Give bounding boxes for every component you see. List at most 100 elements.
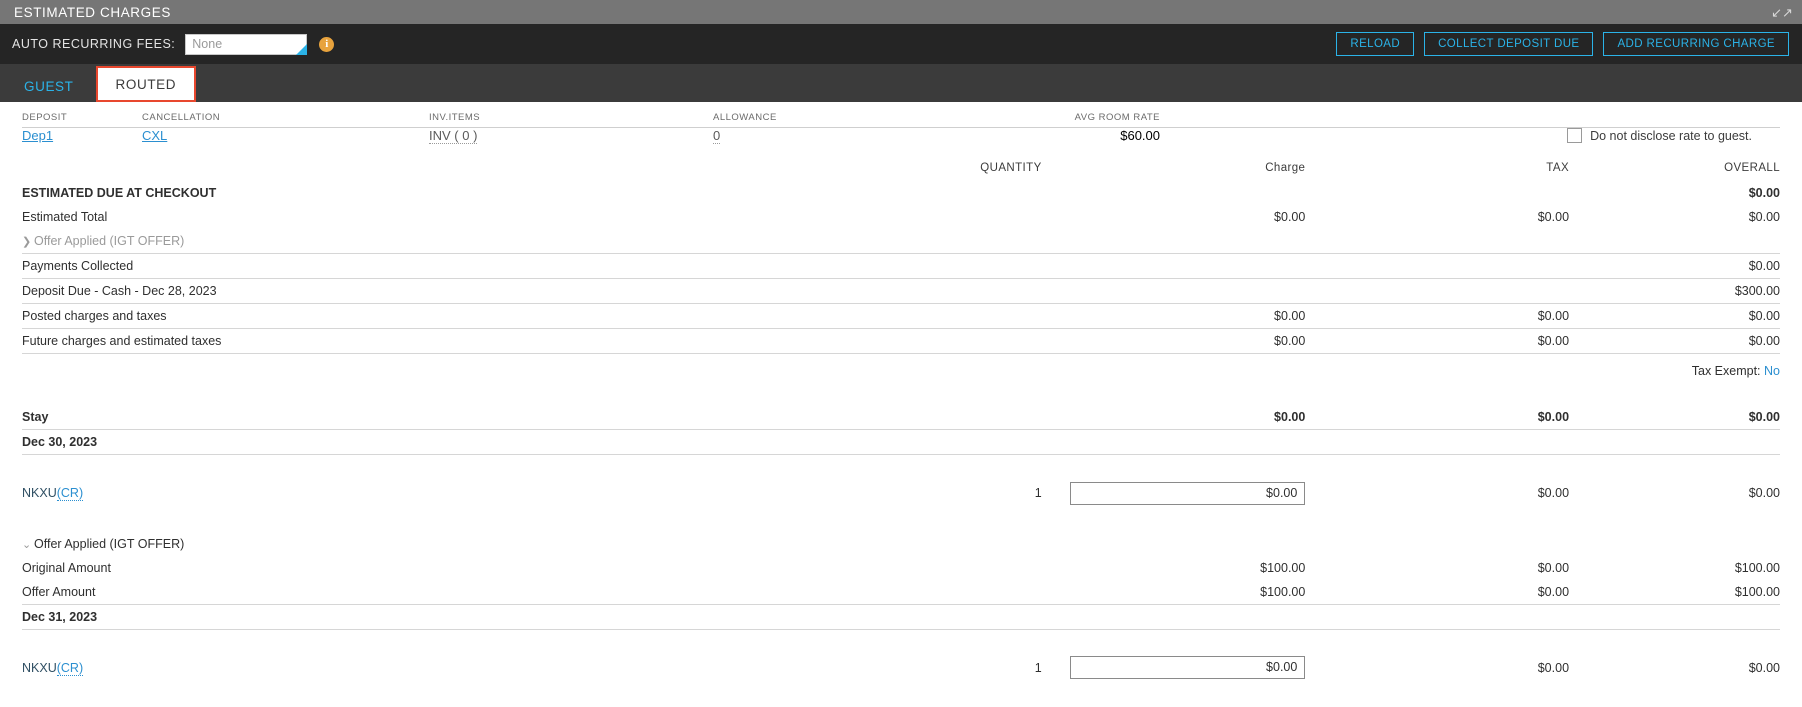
tab-guest[interactable]: GUEST xyxy=(6,70,92,102)
row-label: Future charges and estimated taxes xyxy=(22,328,831,354)
day-date-charge xyxy=(1041,429,1306,455)
dropdown-corner-icon xyxy=(296,43,308,55)
offer-line-tax: $0.00 xyxy=(1537,560,1570,575)
charge-amount-cell: $0.00 xyxy=(1042,651,1306,684)
deposit-header: DEPOSIT xyxy=(22,112,68,123)
auto-recurring-fees-value: None xyxy=(185,33,308,55)
offer-line-label: Offer Amount xyxy=(22,579,831,605)
day-date-row: Dec 31, 2023 xyxy=(22,604,1780,630)
table-row-offer-applied-summary[interactable]: ❯ Offer Applied (IGT OFFER) xyxy=(22,229,1780,254)
charge-tax: $0.00 xyxy=(1537,486,1570,500)
row-qty xyxy=(830,278,1042,304)
toolbar: AUTO RECURRING FEES: None i RELOAD COLLE… xyxy=(0,24,1802,64)
charge-line-row: NKXU(CR) 1 $0.00 $0.00 $0.00 xyxy=(22,477,1780,510)
row-charge xyxy=(1041,253,1306,279)
table-row: Future charges and estimated taxes $0.00… xyxy=(22,328,1780,354)
add-recurring-charge-button[interactable]: ADD RECURRING CHARGE xyxy=(1603,32,1789,56)
inv-items-link[interactable]: INV ( 0 ) xyxy=(429,128,478,144)
offer-applied-label: Offer Applied (IGT OFFER) xyxy=(34,536,185,551)
offer-tax xyxy=(1305,532,1569,556)
do-not-disclose-rate-checkbox[interactable] xyxy=(1567,128,1583,143)
day-date-label: Dec 30, 2023 xyxy=(22,429,831,455)
stay-row: Stay $0.00 $0.00 $0.00 xyxy=(22,405,1780,430)
offer-line-tax: $0.00 xyxy=(1305,579,1570,605)
page-title: ESTIMATED CHARGES xyxy=(14,4,171,20)
charge-amount-input[interactable]: $0.00 xyxy=(1070,656,1306,679)
inv-items-header: INV.ITEMS xyxy=(429,112,481,123)
avg-room-rate-value: $60.00 xyxy=(1120,128,1160,143)
offer-line-label: Original Amount xyxy=(22,560,111,575)
offer-applied-header-row[interactable]: ⌄Offer Applied (IGT OFFER) xyxy=(22,532,1780,556)
charge-overall: $0.00 xyxy=(1748,486,1780,500)
table-header-row: QUANTITY Charge TAX OVERALL xyxy=(22,162,1780,181)
chevron-right-icon[interactable]: ❯ xyxy=(22,235,34,248)
estimated-charges-table: QUANTITY Charge TAX OVERALL ESTIMATED DU… xyxy=(22,162,1780,707)
offer-applied-cell: ⌄Offer Applied (IGT OFFER) xyxy=(22,532,831,556)
cancellation-link[interactable]: CXL xyxy=(142,128,167,143)
spacer xyxy=(22,455,1780,477)
spacer xyxy=(22,684,1780,706)
table-row: Deposit Due - Cash - Dec 28, 2023 $300.0… xyxy=(22,278,1780,304)
row-tax xyxy=(1305,229,1570,254)
auto-recurring-fees-label: AUTO RECURRING FEES: xyxy=(12,37,176,51)
column-tax: TAX xyxy=(1546,162,1570,174)
day-date-label: Dec 31, 2023 xyxy=(22,604,831,630)
stay-tax: $0.00 xyxy=(1305,405,1570,430)
tab-routed[interactable]: ROUTED xyxy=(95,66,197,102)
do-not-disclose-rate-label: Do not disclose rate to guest. xyxy=(1590,128,1752,143)
day-date-row: Dec 30, 2023 xyxy=(22,429,1780,455)
allowance-link[interactable]: 0 xyxy=(713,128,721,144)
tax-exempt-row: Tax Exempt: No xyxy=(22,354,1780,384)
deposit-cell: DEPOSIT Dep1 xyxy=(22,112,67,143)
day-date-qty xyxy=(830,604,1042,630)
allowance-header: ALLOWANCE xyxy=(713,112,777,123)
info-strip-divider xyxy=(22,127,1780,128)
row-charge: $0.00 xyxy=(1274,210,1306,224)
tabbar: GUEST ROUTED xyxy=(0,64,1802,102)
charge-quantity: 1 xyxy=(1034,486,1042,500)
disclose-rate-row: Do not disclose rate to guest. xyxy=(1567,128,1752,143)
stay-label: Stay xyxy=(22,405,831,430)
row-qty xyxy=(830,328,1042,354)
table-row: Payments Collected $0.00 xyxy=(22,253,1780,279)
reservation-info-strip: DEPOSIT Dep1 CANCELLATION CXL INV.ITEMS … xyxy=(22,102,1780,148)
cancellation-cell: CANCELLATION CXL xyxy=(142,112,220,143)
charges-panel: DEPOSIT Dep1 CANCELLATION CXL INV.ITEMS … xyxy=(0,102,1802,707)
spacer xyxy=(22,510,1780,532)
tax-exempt-label: Tax Exempt: xyxy=(1691,364,1761,378)
charge-code-suffix-link[interactable]: (CR) xyxy=(56,660,84,676)
auto-recurring-fees-select[interactable]: None xyxy=(185,33,308,55)
column-charge: Charge xyxy=(1265,162,1306,174)
expand-diagonal-icon[interactable]: ↙↗ xyxy=(1771,4,1793,20)
row-charge: $0.00 xyxy=(1041,303,1306,329)
row-label: ESTIMATED DUE AT CHECKOUT xyxy=(22,186,217,200)
tax-exempt-value[interactable]: No xyxy=(1764,364,1780,378)
offer-line-row: Offer Amount $100.00 $0.00 $100.00 xyxy=(22,579,1780,605)
spacer xyxy=(22,383,1780,405)
offer-applied-label: Offer Applied (IGT OFFER) xyxy=(34,234,185,248)
row-label: Deposit Due - Cash - Dec 28, 2023 xyxy=(22,278,831,304)
info-icon[interactable]: i xyxy=(319,36,335,52)
row-label: Estimated Total xyxy=(22,210,108,224)
row-label: Payments Collected xyxy=(22,253,831,279)
toolbar-actions: RELOAD COLLECT DEPOSIT DUE ADD RECURRING… xyxy=(1336,32,1789,56)
offer-line-overall: $100.00 xyxy=(1734,560,1780,575)
chevron-down-icon[interactable]: ⌄ xyxy=(22,538,34,551)
charge-code: NKXU xyxy=(22,660,57,675)
row-tax: $0.00 xyxy=(1537,210,1570,224)
stay-charge: $0.00 xyxy=(1041,405,1306,430)
row-charge xyxy=(1041,229,1306,254)
deposit-link[interactable]: Dep1 xyxy=(22,128,53,143)
charge-amount-cell: $0.00 xyxy=(1042,477,1306,510)
row-tax xyxy=(1305,181,1569,205)
charge-quantity: 1 xyxy=(1034,660,1042,675)
row-overall: $0.00 xyxy=(1748,186,1780,200)
charge-amount-input[interactable]: $0.00 xyxy=(1070,481,1306,505)
row-tax xyxy=(1305,278,1570,304)
collect-deposit-due-button[interactable]: COLLECT DEPOSIT DUE xyxy=(1424,32,1594,56)
reload-button[interactable]: RELOAD xyxy=(1336,32,1415,56)
charge-code-suffix-link[interactable]: (CR) xyxy=(56,486,84,501)
charge-code-cell: NKXU(CR) xyxy=(22,651,831,684)
row-overall xyxy=(1569,229,1780,254)
row-charge: $0.00 xyxy=(1041,328,1306,354)
